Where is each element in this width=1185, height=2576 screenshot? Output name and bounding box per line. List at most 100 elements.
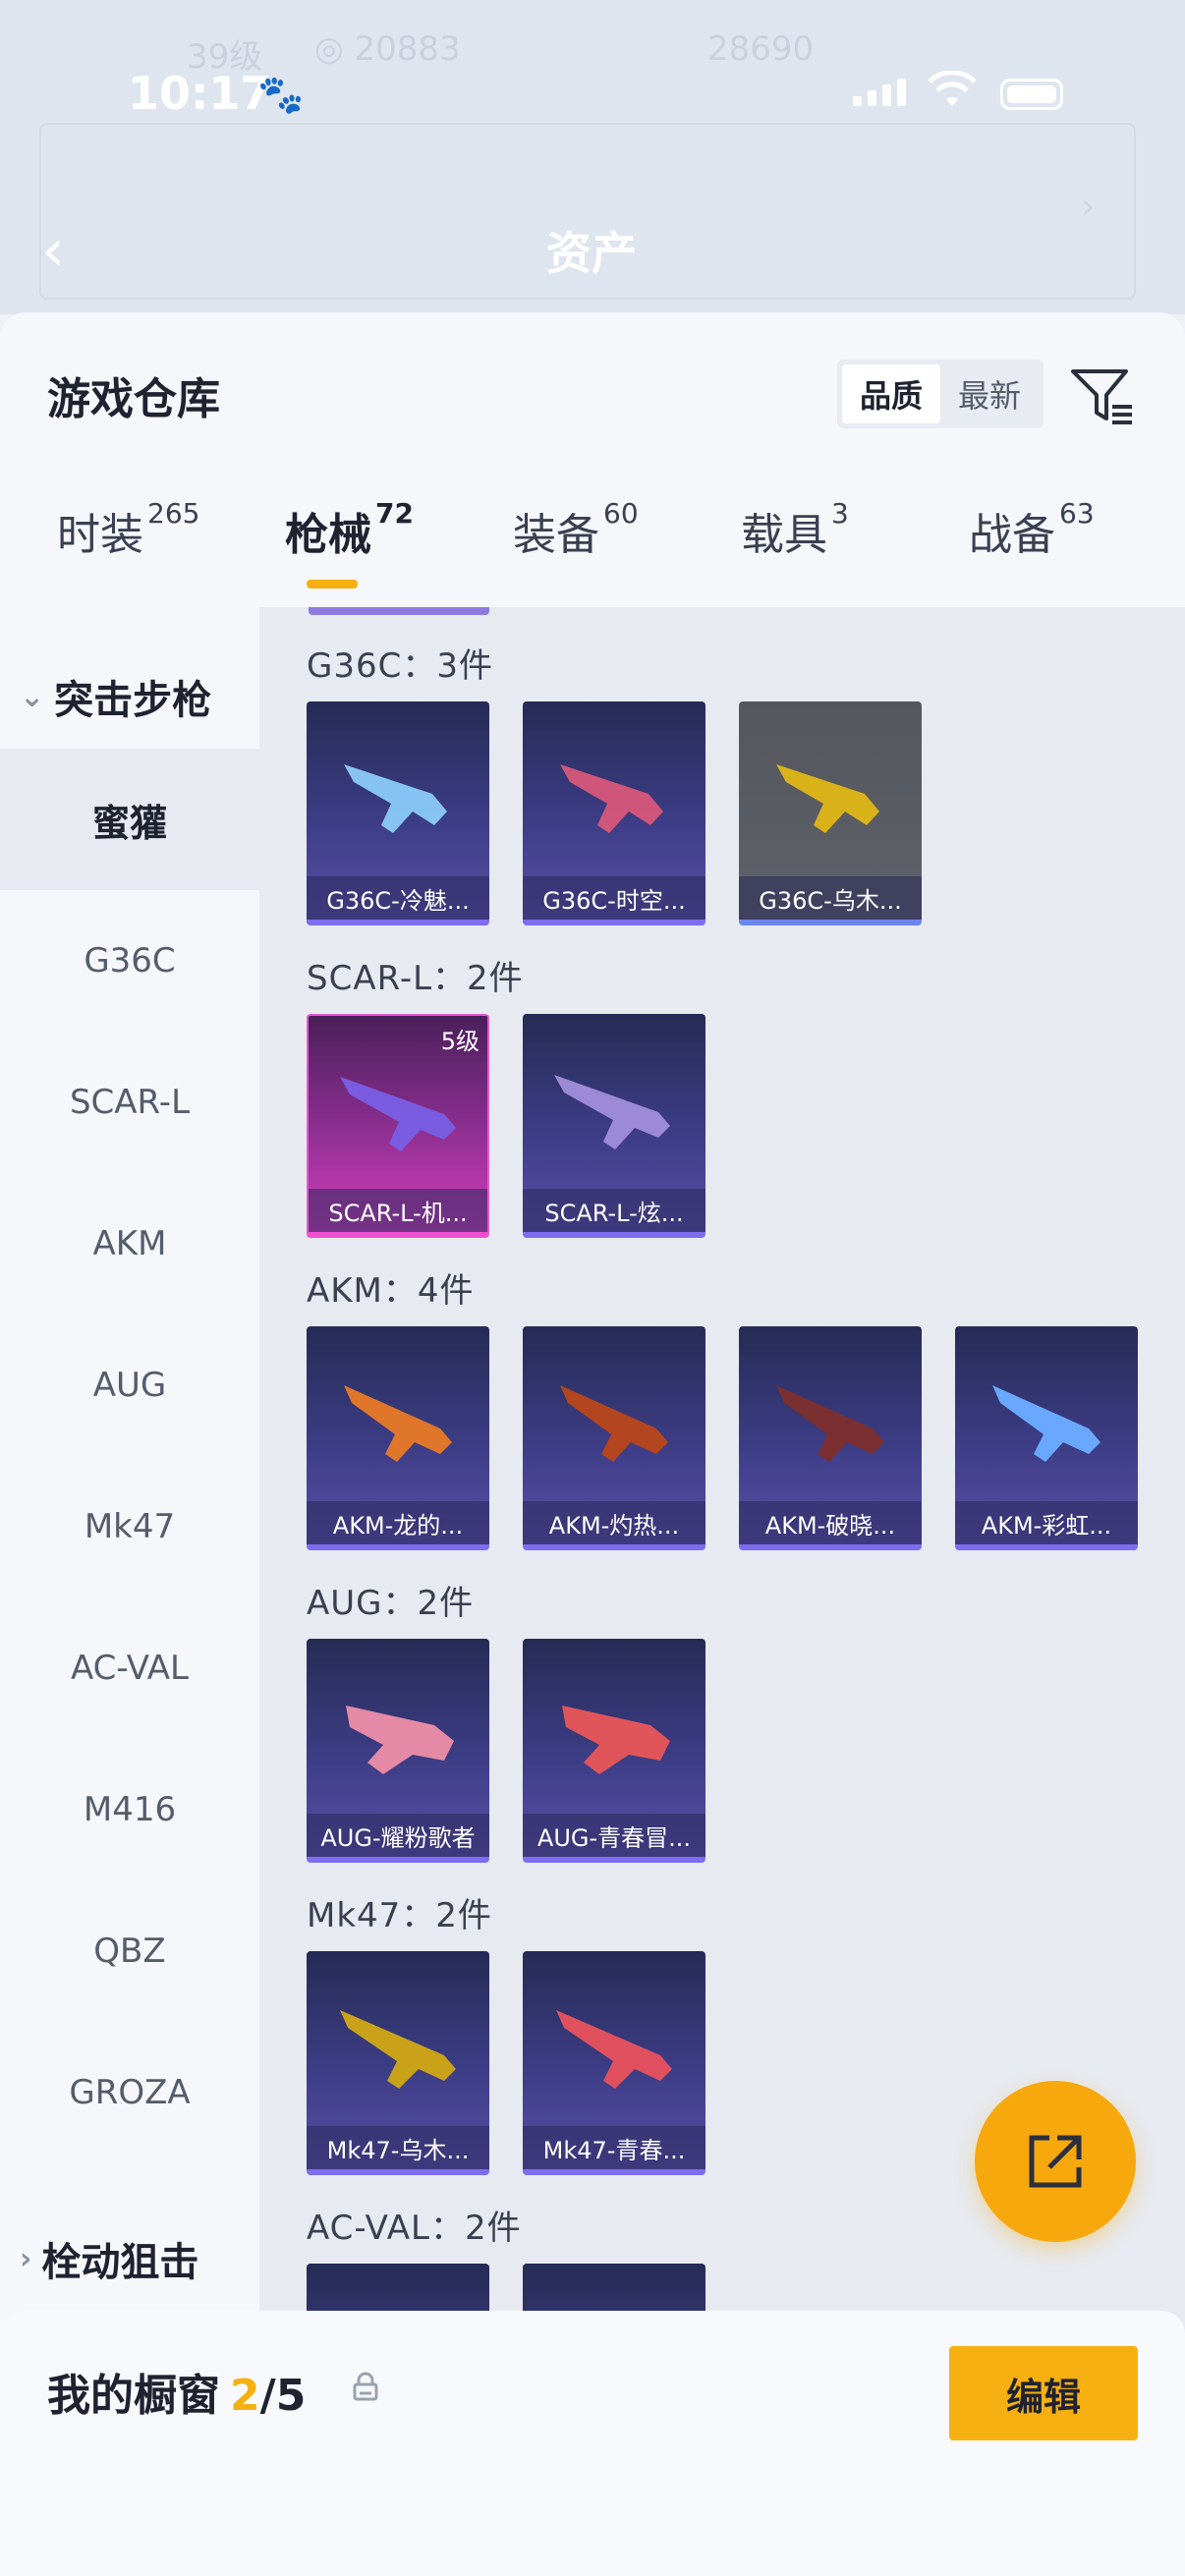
sidebar-item-mk47[interactable]: Mk47 [0,1456,259,1597]
item-card[interactable]: AKM-龙的... [307,1326,489,1550]
sheet-title: 游戏仓库 [47,374,220,424]
item-name: SCAR-L-炫... [523,1189,705,1232]
section-title: Mk47：2件 [307,1896,492,1935]
gun-image [560,764,663,833]
sidebar-item-scar-l[interactable]: SCAR-L [0,1032,259,1173]
chevron-right-icon: › [1081,187,1096,227]
category-tabs: 时装 265 枪械 72 装备 60 载具 3 战备 63 [0,497,1185,588]
item-card[interactable]: G36C-冷魅... [307,701,489,925]
paw-icon: 🐾 [257,73,305,116]
gun-image [554,1075,670,1149]
item-name: Mk47-青春... [523,2126,705,2169]
page-title: 资产 [546,227,637,280]
gun-image [340,2010,456,2089]
chevron-right-icon: › [20,2241,32,2276]
item-card[interactable]: AUG-青春冒... [523,1639,705,1863]
sidebar-item-m416[interactable]: M416 [0,1739,259,1880]
warehouse-sheet: 游戏仓库 品质 最新 时装 265 枪械 72 装备 60 载具 3 战备 63 ⌄ 突击步… [0,312,1185,2576]
tab-count: 265 [147,497,200,530]
tab-label: 装备 [513,510,599,560]
tab-equipment[interactable]: 装备 60 [513,497,639,562]
item-grid: G36C：3件 G36C-冷魅... G36C-时空... G36C-乌木...… [259,607,1185,2576]
item-name: AUG-青春冒... [523,1814,705,1857]
section-title: G36C：3件 [307,646,493,686]
sidebar-group-assault-rifles[interactable]: ⌄ 突击步枪 [20,668,211,725]
item-name: G36C-时空... [523,876,705,920]
item-card[interactable]: AKM-彩虹... [955,1326,1138,1550]
item-card[interactable]: AKM-灼热... [523,1326,705,1550]
tab-label: 战备 [969,510,1055,560]
item-name: AKM-破晓... [739,1501,922,1544]
sort-quality-button[interactable]: 品质 [842,364,940,423]
sidebar-item-qbz[interactable]: QBZ [0,1880,259,2022]
chevron-down-icon: ⌄ [20,679,45,714]
sidebar-item-g36c[interactable]: G36C [0,890,259,1032]
gun-image [346,1706,454,1774]
signal-icon [853,79,906,106]
sidebar-group-bolt-action[interactable]: › 栓动狙击 [20,2230,198,2287]
gun-image [992,1385,1100,1462]
lock-icon [353,2372,378,2401]
wifi-icon [928,71,977,106]
sidebar-item-ac-val[interactable]: AC-VAL [0,1597,259,1739]
sidebar-item-aug[interactable]: AUG [0,1315,259,1456]
previous-item-edge [309,607,489,615]
sidebar: ⌄ 突击步枪 蜜獾 G36C SCAR-L AKM AUG Mk47 AC-VAL… [0,607,259,2576]
section-title: AC-VAL：2件 [307,2209,522,2248]
item-name: AKM-龙的... [307,1501,489,1544]
item-card[interactable]: G36C-时空... [523,701,705,925]
sidebar-group-label: 栓动狙击 [41,2240,199,2285]
gun-image [776,1385,884,1462]
tab-count: 72 [375,497,414,530]
status-time: 10:17 [128,67,272,120]
sidebar-item-honeybadger[interactable]: 蜜獾 [0,749,259,890]
share-icon [1029,2135,1082,2188]
tab-label: 时装 [57,510,143,560]
gun-image [344,764,447,833]
sidebar-group-label: 突击步枪 [54,678,212,723]
showcase-bar: 我的橱窗 2 /5 编辑 [0,2311,1185,2576]
sidebar-item-groza[interactable]: GROZA [0,2022,259,2163]
filter-icon[interactable] [1067,362,1136,430]
item-name: G36C-乌木... [739,876,922,920]
points-text: ◎ 20883 [314,29,461,69]
sort-newest-button[interactable]: 最新 [940,364,1039,423]
item-card[interactable]: AUG-耀粉歌者 [307,1639,489,1863]
item-card[interactable]: AKM-破晓... [739,1326,922,1550]
item-card[interactable]: SCAR-L-炫... [523,1014,705,1238]
score-text: 28690 [707,29,815,69]
sort-toggle: 品质 最新 [837,360,1044,428]
tab-fashion[interactable]: 时装 265 [57,497,200,562]
share-button[interactable] [975,2081,1136,2242]
gun-image [556,2010,672,2089]
item-card[interactable]: Mk47-乌木... [307,1951,489,2175]
item-name: AUG-耀粉歌者 [307,1814,489,1857]
gun-image [562,1706,670,1774]
sidebar-item-akm[interactable]: AKM [0,1173,259,1315]
section-title: AUG：2件 [307,1584,475,1623]
item-name: SCAR-L-机... [309,1189,487,1232]
tab-count: 60 [603,497,639,530]
gun-image [344,1385,452,1462]
tab-count: 3 [831,497,849,530]
tab-supplies[interactable]: 战备 63 [969,497,1095,562]
gun-image [776,764,879,833]
showcase-current: 2 [230,2371,260,2421]
back-icon[interactable]: ‹ [41,216,65,285]
battery-icon [1000,79,1063,110]
edit-button[interactable]: 编辑 [949,2346,1138,2440]
item-card[interactable]: G36C-乌木... [739,701,922,925]
showcase-total: /5 [259,2371,307,2421]
tab-label: 枪械 [285,510,371,560]
item-name: G36C-冷魅... [307,876,489,920]
background-header: 39级 ◎ 20883 28690 10:17 🐾 ‹ 资产 › [0,0,1185,314]
tab-label: 载具 [741,510,827,560]
tab-vehicles[interactable]: 载具 3 [741,497,849,562]
item-card[interactable]: Mk47-青春... [523,1951,705,2175]
item-card[interactable]: 5级 SCAR-L-机... [307,1014,489,1238]
section-title: AKM：4件 [307,1271,475,1311]
active-tab-indicator [307,580,358,588]
showcase-title: 我的橱窗 2 /5 [47,2360,306,2423]
tab-guns[interactable]: 枪械 72 [285,497,414,562]
section-title: SCAR-L：2件 [307,959,524,998]
